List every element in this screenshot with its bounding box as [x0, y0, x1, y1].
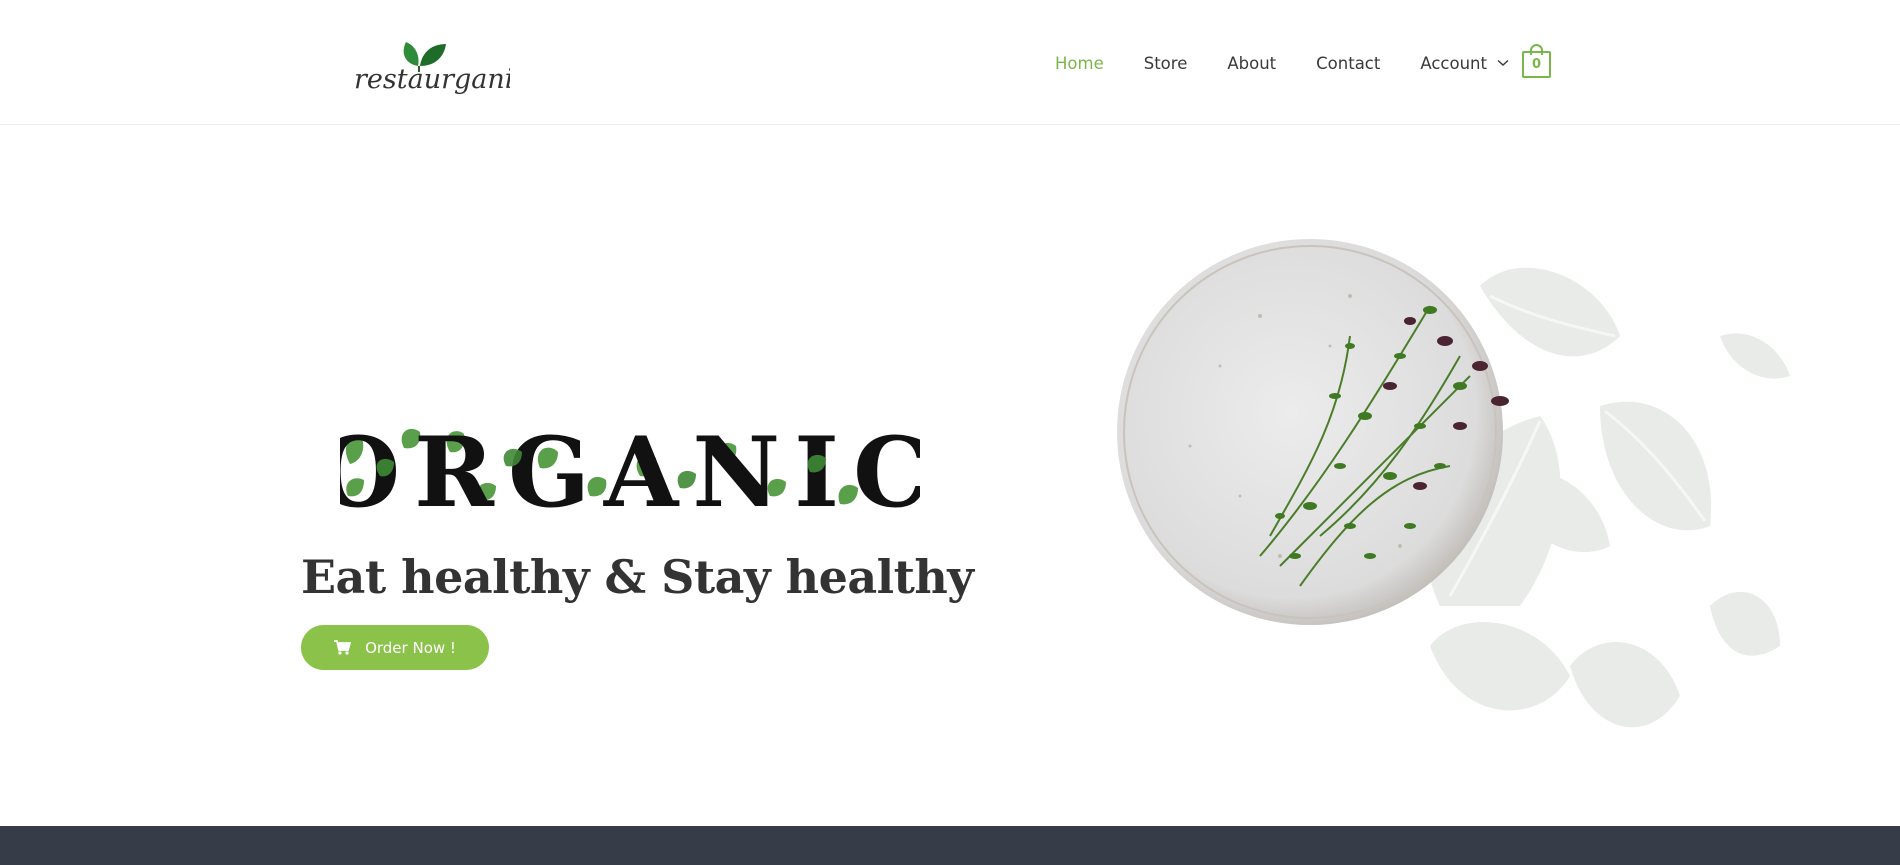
main-nav: Home Store About Contact Account — [1055, 50, 1549, 76]
nav-account-label: Account — [1420, 53, 1487, 73]
site-logo[interactable]: restaurganic — [350, 36, 510, 102]
hero-tagline: Eat healthy & Stay healthy — [301, 550, 974, 604]
nav-home-link[interactable]: Home — [1055, 54, 1104, 73]
nav-store-link[interactable]: Store — [1144, 54, 1188, 73]
herb-plate-image — [1117, 239, 1790, 728]
logo-leaf-icon: restaurganic — [354, 42, 510, 95]
cart-button[interactable]: 0 — [1522, 44, 1551, 78]
hero-section: ORGANIC Eat healthy & Stay healthy Order… — [0, 126, 1900, 826]
organic-word: ORGANIC — [340, 416, 920, 529]
site-header: restaurganic Home Store About Contact Ac… — [0, 0, 1900, 125]
nav-contact-link[interactable]: Contact — [1316, 54, 1380, 73]
nav-account-link[interactable]: Account — [1420, 54, 1509, 73]
cart-icon — [334, 640, 352, 655]
order-now-button[interactable]: Order Now ! — [301, 625, 489, 670]
chevron-down-icon — [1497, 59, 1509, 66]
nav-about-link[interactable]: About — [1227, 54, 1276, 73]
cart-count: 0 — [1522, 51, 1551, 78]
svg-text:restaurganic: restaurganic — [354, 64, 510, 95]
organic-leaf-lettering: ORGANIC — [340, 416, 920, 529]
footer-band — [0, 826, 1900, 865]
order-now-label: Order Now ! — [365, 638, 456, 657]
